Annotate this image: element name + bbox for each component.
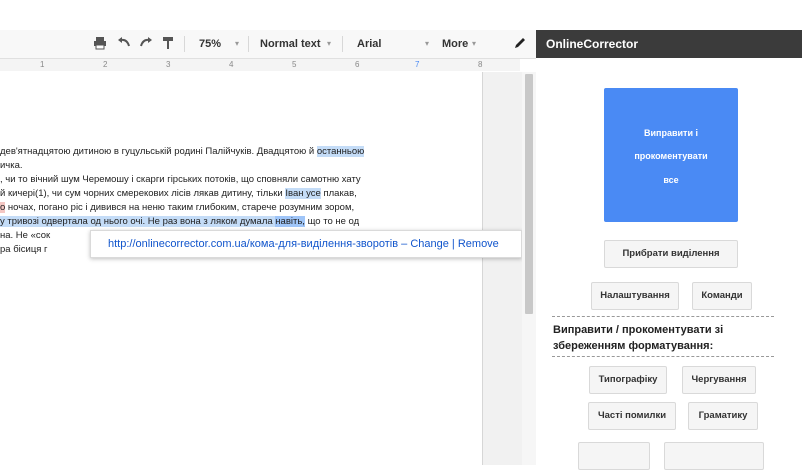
toolbar-separator — [248, 36, 249, 52]
ruler-mark: 8 — [478, 60, 483, 69]
highlight-run: останньою — [316, 146, 365, 157]
ruler-mark: 2 — [103, 60, 108, 69]
more-label: More — [442, 38, 469, 50]
highlight-run: думала — [239, 216, 273, 227]
chevron-down-icon: ▾ — [425, 39, 430, 48]
print-icon[interactable] — [92, 36, 108, 52]
section-title: Виправити / прокоментувати зі збереження… — [553, 324, 724, 352]
ruler-mark: 3 — [166, 60, 171, 69]
style-value: Normal text — [260, 38, 321, 50]
chevron-down-icon: ▾ — [327, 39, 332, 48]
text-line: й кичері(1), чи сум чорних смерекових лі… — [0, 188, 357, 199]
zoom-value: 75% — [199, 38, 222, 50]
grammar-button[interactable]: Граматику — [688, 402, 758, 430]
text-line: ичка. — [0, 160, 23, 171]
change-link[interactable]: Change — [410, 238, 449, 250]
remove-selection-button[interactable]: Прибрати виділення — [604, 240, 738, 268]
sidebar-header: OnlineCorrector — [536, 30, 802, 58]
ruler-mark: 7 — [415, 60, 420, 69]
section-divider — [552, 316, 774, 317]
popup-link[interactable]: http://onlinecorrector.com.ua/кома-для-в… — [108, 238, 398, 250]
editor-toolbar: 75% ▾ Normal text ▾ Arial ▾ More ▾ — [0, 30, 536, 59]
text-line: , чи то вічний шум Черемошу і скарги гір… — [0, 174, 361, 185]
font-select[interactable]: Arial — [357, 30, 381, 58]
chevron-down-icon: ▾ — [472, 39, 477, 48]
ruler-mark: 5 — [292, 60, 297, 69]
text-line: ра бісиця г — [0, 244, 48, 255]
remove-link[interactable]: Remove — [458, 238, 499, 250]
sidebar-title: OnlineCorrector — [546, 37, 639, 51]
settings-button[interactable]: Налаштування — [591, 282, 679, 310]
sidebar-button-partial[interactable] — [664, 442, 764, 470]
ruler-mark: 4 — [229, 60, 234, 69]
chevron-down-icon: ▾ — [235, 39, 240, 48]
text-run: плакав, — [320, 188, 357, 199]
highlight-run: у тривозі одвертала од нього очі. Не раз… — [0, 216, 240, 227]
popup-separator: – — [401, 238, 408, 250]
commands-button[interactable]: Команди — [692, 282, 752, 310]
text-run: ночах, погано ріс і дивився на неню таки… — [5, 202, 355, 213]
undo-icon[interactable] — [116, 36, 132, 52]
text-line: на. Не «сок — [0, 230, 51, 241]
text-line: о ночах, погано ріс і дивився на неню та… — [0, 202, 354, 213]
scrollbar-thumb[interactable] — [525, 74, 533, 314]
text-line: дев'ятнадцятою дитиною в гуцульській род… — [0, 146, 365, 157]
paint-format-icon[interactable] — [160, 36, 176, 52]
font-value: Arial — [357, 38, 382, 50]
fix-all-label-1: Виправити і — [644, 128, 698, 138]
toolbar-separator — [342, 36, 343, 52]
ruler: 1 2 3 4 5 6 7 8 — [0, 59, 520, 71]
ruler-mark: 6 — [355, 60, 360, 69]
highlight-run: Іван усе — [285, 188, 321, 199]
sidebar-button-partial[interactable] — [578, 442, 650, 470]
typography-button[interactable]: Типографіку — [589, 366, 667, 394]
text-run: дев'ятнадцятою дитиною в гуцульській род… — [0, 146, 317, 157]
fix-all-label-3: все — [663, 175, 679, 185]
fix-all-label-2: прокоментувати — [634, 151, 708, 161]
popup-divider: | — [451, 238, 455, 250]
alternation-button[interactable]: Чергування — [682, 366, 756, 394]
section-divider — [552, 356, 774, 357]
style-select[interactable]: Normal text — [260, 30, 321, 58]
common-errors-button[interactable]: Часті помилки — [588, 402, 676, 430]
redo-icon[interactable] — [138, 36, 154, 52]
document-scrollbar[interactable] — [522, 72, 536, 465]
sidebar-panel: Виправити і прокоментувати все Прибрати … — [536, 58, 802, 470]
more-menu[interactable]: More — [442, 30, 468, 58]
fix-all-button[interactable]: Виправити і прокоментувати все — [604, 88, 738, 222]
text-run: що то не од — [304, 216, 360, 227]
zoom-select[interactable]: 75% — [199, 30, 221, 58]
toolbar-separator — [184, 36, 185, 52]
text-line: у тривозі одвертала од нього очі. Не раз… — [0, 216, 359, 227]
ruler-mark: 1 — [40, 60, 45, 69]
link-popup: http://onlinecorrector.com.ua/кома-для-в… — [90, 230, 522, 258]
pencil-icon[interactable] — [512, 36, 528, 52]
document-page[interactable]: дев'ятнадцятою дитиною в гуцульській род… — [0, 72, 483, 465]
text-run: й кичері(1), чи сум чорних смерекових лі… — [0, 188, 286, 199]
selected-run: навіть, — [275, 216, 305, 227]
